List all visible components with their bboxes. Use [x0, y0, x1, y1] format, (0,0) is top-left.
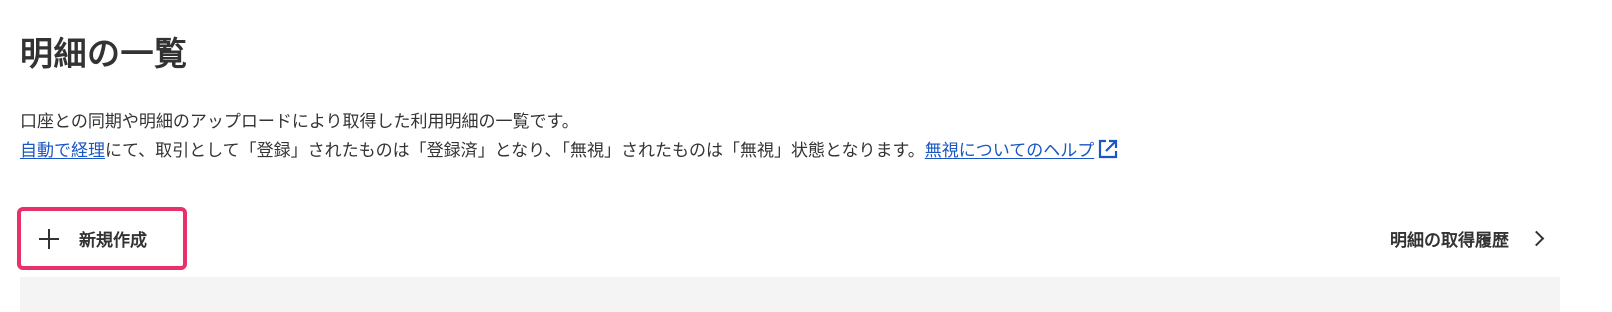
chevron-right-icon	[1528, 230, 1545, 247]
fetch-history-link[interactable]: 明細の取得履歴	[1390, 226, 1545, 251]
new-entry-button-label: 新規作成	[79, 231, 147, 251]
ignore-help-link[interactable]: 無視についてのヘルプ	[924, 139, 1120, 161]
fetch-history-label: 明細の取得履歴	[1390, 231, 1509, 251]
description-line-2-text: にて、取引として「登録」されたものは「登録済」となり、「無視」されたものは「無視…	[105, 141, 925, 161]
page-description: 口座との同期や明細のアップロードにより取得した利用明細の一覧です。 自動で経理に…	[20, 108, 1119, 170]
new-entry-button[interactable]: 新規作成	[17, 207, 187, 270]
description-line-2: 自動で経理にて、取引として「登録」されたものは「登録済」となり、「無視」されたも…	[20, 137, 1119, 170]
statement-list	[20, 277, 1560, 312]
plus-icon	[39, 228, 59, 249]
auto-accounting-link[interactable]: 自動で経理	[20, 141, 105, 161]
description-line-1: 口座との同期や明細のアップロードにより取得した利用明細の一覧です。	[20, 112, 579, 132]
external-link-icon	[1097, 138, 1119, 170]
page: 明細の一覧 口座との同期や明細のアップロードにより取得した利用明細の一覧です。 …	[0, 0, 1612, 312]
page-title: 明細の一覧	[20, 34, 188, 73]
ignore-help-link-label: 無視についてのヘルプ	[924, 141, 1095, 161]
